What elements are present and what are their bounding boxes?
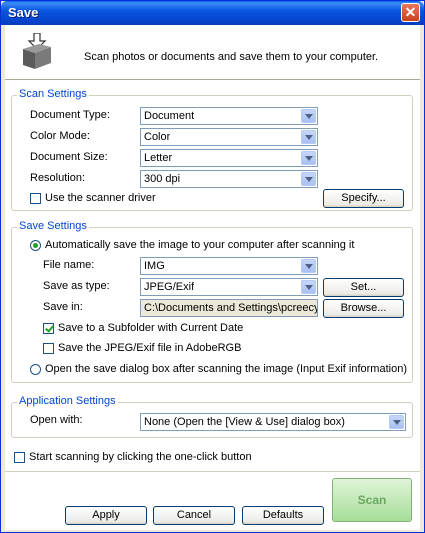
chevron-down-icon[interactable]: [301, 259, 316, 273]
open-save-dialog-radio[interactable]: [30, 364, 41, 375]
window-title: Save: [8, 5, 39, 20]
chevron-down-icon[interactable]: [389, 415, 404, 429]
dialog-body: Scan Settings Document Type: Document Co…: [5, 80, 420, 530]
application-settings-title: Application Settings: [17, 395, 118, 407]
save-dialog: Save ✕ Scan photos or documents and save…: [0, 0, 425, 533]
auto-save-radio[interactable]: [30, 240, 41, 251]
open-with-label: Open with:: [30, 414, 83, 426]
open-save-dialog-label: Open the save dialog box after scanning …: [45, 363, 407, 375]
one-click-label: Start scanning by clicking the one-click…: [29, 451, 252, 463]
save-settings-title: Save Settings: [17, 220, 89, 232]
file-name-combo[interactable]: IMG: [140, 257, 318, 275]
save-settings-group: Save Settings Automatically save the ima…: [11, 220, 413, 383]
specify-button[interactable]: Specify...: [323, 189, 404, 208]
header-description: Scan photos or documents and save them t…: [84, 51, 379, 63]
application-settings-group: Application Settings Open with: None (Op…: [11, 395, 413, 438]
save-folder-icon: [23, 33, 51, 69]
document-type-label: Document Type:: [30, 109, 110, 121]
subfolder-label: Save to a Subfolder with Current Date: [58, 322, 244, 334]
browse-button[interactable]: Browse...: [323, 299, 404, 318]
scan-button[interactable]: Scan: [332, 478, 412, 522]
color-mode-label: Color Mode:: [30, 130, 90, 142]
chevron-down-icon[interactable]: [301, 280, 316, 294]
resolution-select[interactable]: 300 dpi: [140, 170, 318, 188]
title-bar[interactable]: Save ✕: [1, 1, 424, 25]
save-as-type-label: Save as type:: [43, 280, 110, 292]
one-click-checkbox[interactable]: [14, 452, 25, 463]
set-button[interactable]: Set...: [323, 278, 404, 297]
adobergb-checkbox[interactable]: [43, 343, 54, 354]
adobergb-label: Save the JPEG/Exif file in AdobeRGB: [58, 342, 242, 354]
defaults-button[interactable]: Defaults: [242, 506, 324, 525]
save-in-label: Save in:: [43, 301, 83, 313]
scan-settings-title: Scan Settings: [17, 88, 89, 100]
subfolder-checkbox[interactable]: [43, 323, 54, 334]
close-icon[interactable]: ✕: [401, 3, 420, 22]
resolution-label: Resolution:: [30, 172, 86, 184]
divider: [5, 471, 420, 472]
document-size-select[interactable]: Letter: [140, 149, 318, 167]
apply-button[interactable]: Apply: [65, 506, 147, 525]
file-name-label: File name:: [43, 259, 95, 271]
chevron-down-icon[interactable]: [301, 109, 316, 123]
chevron-down-icon[interactable]: [301, 172, 316, 186]
scan-settings-group: Scan Settings Document Type: Document Co…: [11, 88, 413, 211]
header-area: Scan photos or documents and save them t…: [5, 25, 420, 80]
open-with-select[interactable]: None (Open the [View & Use] dialog box): [140, 413, 406, 431]
use-scanner-driver-checkbox[interactable]: [30, 193, 41, 204]
auto-save-label: Automatically save the image to your com…: [45, 239, 355, 251]
use-scanner-driver-label: Use the scanner driver: [45, 192, 156, 204]
chevron-down-icon[interactable]: [301, 151, 316, 165]
document-size-label: Document Size:: [30, 151, 108, 163]
document-type-select[interactable]: Document: [140, 107, 318, 125]
save-in-field[interactable]: C:\Documents and Settings\pcreecy\My D: [140, 299, 318, 317]
save-as-type-select[interactable]: JPEG/Exif: [140, 278, 318, 296]
cancel-button[interactable]: Cancel: [153, 506, 235, 525]
color-mode-select[interactable]: Color: [140, 128, 318, 146]
chevron-down-icon[interactable]: [301, 130, 316, 144]
